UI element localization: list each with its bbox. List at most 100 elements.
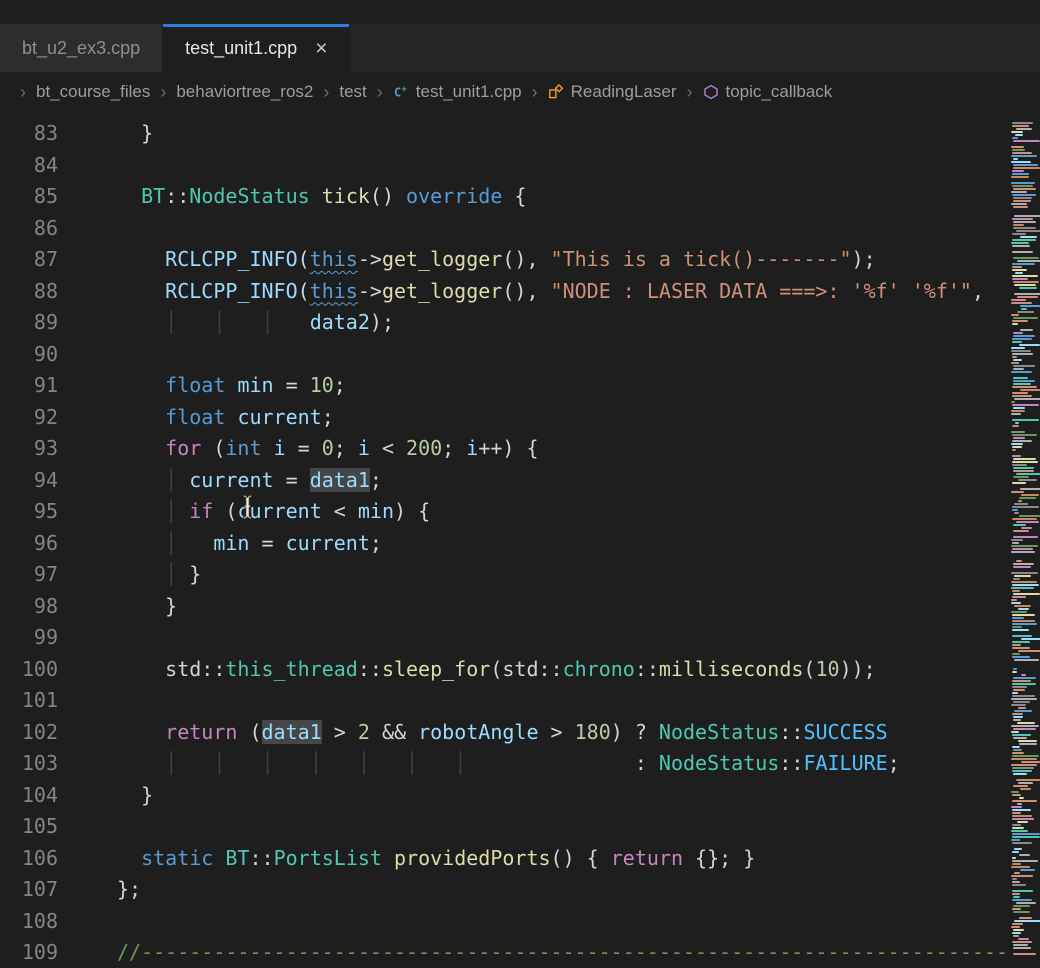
breadcrumb-bar: › bt_course_files › behaviortree_ros2 › test ›…	[0, 72, 1040, 112]
code-text	[58, 339, 117, 371]
tab-label: bt_u2_ex3.cpp	[22, 38, 140, 59]
line-number[interactable]: 95	[0, 496, 58, 528]
line-number[interactable]: 108	[0, 906, 58, 938]
line-number[interactable]: 101	[0, 685, 58, 717]
code-line[interactable]: 102 return (data1 > 2 && robotAngle > 18…	[0, 717, 1040, 749]
code-line[interactable]: 90	[0, 339, 1040, 371]
line-number[interactable]: 86	[0, 213, 58, 245]
code-line[interactable]: 100 std::this_thread::sleep_for(std::chr…	[0, 654, 1040, 686]
breadcrumb-item[interactable]: C+ test_unit1.cpp	[393, 82, 522, 102]
code-line[interactable]: 89 │ │ │ data2);	[0, 307, 1040, 339]
line-number[interactable]: 91	[0, 370, 58, 402]
line-number[interactable]: 99	[0, 622, 58, 654]
code-line[interactable]: 109//-----------------------------------…	[0, 937, 1040, 968]
code-text: for (int i = 0; i < 200; i++) {	[58, 433, 539, 465]
line-number[interactable]: 96	[0, 528, 58, 560]
line-number[interactable]: 93	[0, 433, 58, 465]
line-number[interactable]: 83	[0, 118, 58, 150]
breadcrumb-item[interactable]: topic_callback	[703, 82, 833, 102]
code-text: return (data1 > 2 && robotAngle > 180) ?…	[58, 717, 888, 749]
code-text: }	[58, 118, 153, 150]
line-number[interactable]: 90	[0, 339, 58, 371]
code-text	[58, 685, 117, 717]
line-number[interactable]: 92	[0, 402, 58, 434]
code-text: }	[58, 591, 177, 623]
code-text: float current;	[58, 402, 334, 434]
code-line[interactable]: 104 }	[0, 780, 1040, 812]
line-number[interactable]: 87	[0, 244, 58, 276]
line-number[interactable]: 104	[0, 780, 58, 812]
line-number[interactable]: 102	[0, 717, 58, 749]
breadcrumb-label: ReadingLaser	[571, 82, 677, 102]
code-line[interactable]: 83 }	[0, 118, 1040, 150]
breadcrumb-item[interactable]: behaviortree_ros2	[176, 82, 313, 102]
minimap[interactable]	[1008, 112, 1040, 968]
code-line[interactable]: 98 }	[0, 591, 1040, 623]
breadcrumb-item[interactable]: test	[339, 82, 366, 102]
breadcrumb-separator: ›	[532, 82, 538, 103]
code-line[interactable]: 97 │ }	[0, 559, 1040, 591]
line-number[interactable]: 84	[0, 150, 58, 182]
line-number[interactable]: 89	[0, 307, 58, 339]
code-line[interactable]: 107};	[0, 874, 1040, 906]
breadcrumb-item[interactable]: bt_course_files	[36, 82, 150, 102]
code-line[interactable]: 101	[0, 685, 1040, 717]
code-text: BT::NodeStatus tick() override {	[58, 181, 526, 213]
breadcrumb-label: test	[339, 82, 366, 102]
line-number[interactable]: 85	[0, 181, 58, 213]
svg-text:+: +	[401, 84, 406, 94]
line-number[interactable]: 105	[0, 811, 58, 843]
breadcrumb-item[interactable]: ReadingLaser	[548, 82, 677, 102]
line-number[interactable]: 107	[0, 874, 58, 906]
code-line[interactable]: 84	[0, 150, 1040, 182]
tab-label: test_unit1.cpp	[185, 38, 297, 59]
code-text: }	[58, 780, 153, 812]
code-text: │ if (current < min) {	[58, 496, 430, 528]
tab-close-icon[interactable]: ×	[315, 38, 327, 59]
breadcrumb-separator: ›	[160, 82, 166, 103]
line-number[interactable]: 103	[0, 748, 58, 780]
editor-tab[interactable]: test_unit1.cpp ×	[163, 24, 350, 72]
code-line[interactable]: 103 │ │ │ │ │ │ │ : NodeStatus::FAILURE;	[0, 748, 1040, 780]
line-number[interactable]: 106	[0, 843, 58, 875]
line-number[interactable]: 100	[0, 654, 58, 686]
code-line[interactable]: 86	[0, 213, 1040, 245]
method-symbol-icon	[703, 84, 719, 100]
line-number[interactable]: 98	[0, 591, 58, 623]
code-editor: 83 }8485 BT::NodeStatus tick() override …	[0, 112, 1040, 968]
class-symbol-icon	[548, 84, 564, 100]
code-text: std::this_thread::sleep_for(std::chrono:…	[58, 654, 876, 686]
code-text	[58, 213, 117, 245]
code-line[interactable]: 92 float current;	[0, 402, 1040, 434]
code-line[interactable]: 94 │ current = data1;	[0, 465, 1040, 497]
code-line[interactable]: 106 static BT::PortsList providedPorts()…	[0, 843, 1040, 875]
code-line[interactable]: 87 RCLCPP_INFO(this->get_logger(), "This…	[0, 244, 1040, 276]
line-number[interactable]: 88	[0, 276, 58, 308]
code-text: //--------------------------------------…	[58, 937, 1008, 968]
code-text: static BT::PortsList providedPorts() { r…	[58, 843, 755, 875]
code-line[interactable]: 96 │ min = current;	[0, 528, 1040, 560]
code-text: │ min = current;	[58, 528, 382, 560]
breadcrumb-separator: ›	[20, 82, 26, 103]
code-line[interactable]: 105	[0, 811, 1040, 843]
code-text: RCLCPP_INFO(this->get_logger(), "This is…	[58, 244, 876, 276]
code-text: float min = 10;	[58, 370, 346, 402]
breadcrumb-separator: ›	[687, 82, 693, 103]
code-line[interactable]: 108	[0, 906, 1040, 938]
code-line[interactable]: 88 RCLCPP_INFO(this->get_logger(), "NODE…	[0, 276, 1040, 308]
breadcrumb-label: bt_course_files	[36, 82, 150, 102]
code-text	[58, 150, 117, 182]
breadcrumb-separator: ›	[377, 82, 383, 103]
code-line[interactable]: 99	[0, 622, 1040, 654]
line-number[interactable]: 97	[0, 559, 58, 591]
code-line[interactable]: 85 BT::NodeStatus tick() override {	[0, 181, 1040, 213]
code-text: │ }	[58, 559, 201, 591]
editor-tab[interactable]: bt_u2_ex3.cpp	[0, 24, 163, 72]
breadcrumb-label: test_unit1.cpp	[416, 82, 522, 102]
code-line[interactable]: 95 │ if (current < min) {	[0, 496, 1040, 528]
code-line[interactable]: 91 float min = 10;	[0, 370, 1040, 402]
svg-text:C: C	[394, 86, 401, 100]
line-number[interactable]: 109	[0, 937, 58, 968]
line-number[interactable]: 94	[0, 465, 58, 497]
code-line[interactable]: 93 for (int i = 0; i < 200; i++) {	[0, 433, 1040, 465]
